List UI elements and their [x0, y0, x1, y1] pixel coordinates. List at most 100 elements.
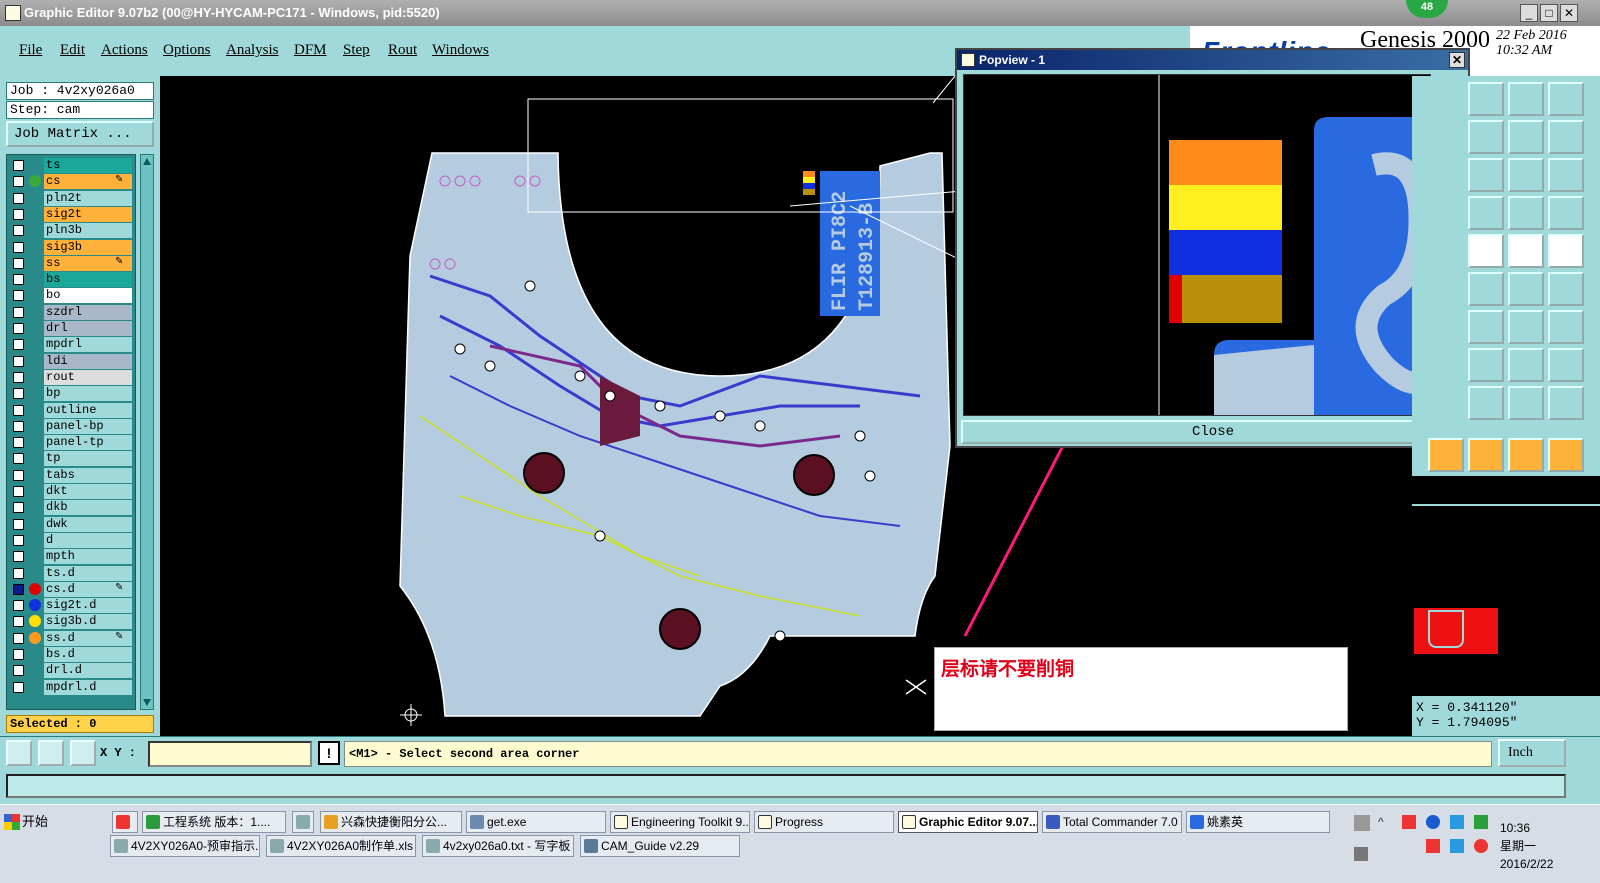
layer-row-panel-bp[interactable]: panel-bp — [7, 418, 135, 434]
layer-row-ldi[interactable]: ldi — [7, 353, 135, 369]
layer-row-bp[interactable]: bp — [7, 386, 135, 402]
select-area-icon[interactable] — [1508, 438, 1544, 472]
net-icon[interactable] — [1468, 196, 1504, 230]
layer-checkbox[interactable] — [13, 453, 24, 465]
layer-row-sig3b[interactable]: sig3b — [7, 239, 135, 255]
task-wordpad[interactable]: 4v2xy026a0.txt - 写字板 — [422, 835, 574, 857]
task-graphic-editor[interactable]: Graphic Editor 9.07... — [898, 811, 1038, 833]
layer-row-cs[interactable]: cs ✎ — [7, 174, 135, 190]
layout-icon[interactable] — [1548, 82, 1584, 116]
job-matrix-button[interactable]: Job Matrix ... — [6, 121, 154, 147]
layer-checkbox[interactable] — [13, 339, 24, 351]
group-icon[interactable] — [1548, 348, 1584, 382]
menu-analysis[interactable]: Analysis — [226, 42, 279, 59]
task-doc[interactable] — [292, 811, 314, 833]
undo-icon[interactable] — [1508, 310, 1544, 344]
layer-row-mpdrl-d[interactable]: mpdrl.d — [7, 679, 135, 695]
menu-edit[interactable]: Edit — [60, 42, 85, 59]
tray-app-icon[interactable] — [1474, 839, 1488, 853]
layer-row-cs-d[interactable]: cs.d ✎ — [7, 581, 135, 597]
layer-checkbox[interactable] — [13, 371, 24, 383]
text-icon[interactable] — [1468, 386, 1504, 420]
layer-checkbox[interactable] — [13, 616, 24, 628]
layer-checkbox[interactable] — [13, 388, 24, 400]
keyboard-icon[interactable] — [1354, 815, 1370, 831]
alert-icon[interactable]: ! — [318, 741, 340, 765]
move-icon[interactable] — [1508, 272, 1544, 306]
layer-row-bo[interactable]: bo — [7, 288, 135, 304]
layer-checkbox[interactable] — [13, 486, 24, 497]
layer-checkbox[interactable] — [13, 257, 24, 269]
layer-row-szdrl[interactable]: szdrl — [7, 304, 135, 320]
layer-checkbox[interactable] — [13, 420, 24, 432]
menu-windows[interactable]: Windows — [432, 42, 489, 59]
arc-text-icon[interactable] — [1548, 386, 1584, 420]
system-clock[interactable]: 10:36 星期一 2016/2/22 — [1500, 819, 1553, 873]
chevron-up-icon[interactable]: ^ — [1378, 815, 1390, 829]
connect-icon[interactable] — [1508, 196, 1544, 230]
home-icon[interactable] — [1468, 82, 1504, 116]
unit-select[interactable]: Inch — [1498, 739, 1566, 767]
net-highlight-icon[interactable] — [1548, 196, 1584, 230]
layer-list-scrollbar[interactable] — [140, 154, 154, 710]
layer-checkbox[interactable] — [13, 306, 24, 318]
layer-checkbox[interactable] — [13, 404, 24, 416]
layer-row-outline[interactable]: outline — [7, 402, 135, 418]
select-net-icon[interactable] — [1548, 438, 1584, 472]
layer-row-d[interactable]: d — [7, 532, 135, 548]
menu-options[interactable]: Options — [163, 42, 211, 59]
snap-icon[interactable] — [1548, 120, 1584, 154]
layer-checkbox[interactable] — [13, 534, 24, 546]
menu-file[interactable]: File — [19, 42, 42, 59]
layer-checkbox[interactable] — [13, 274, 24, 286]
layer-checkbox[interactable] — [13, 208, 24, 220]
display-icon[interactable] — [1468, 234, 1504, 268]
speaker-icon[interactable] — [1354, 847, 1368, 861]
zoom-ratio-icon[interactable] — [1548, 158, 1584, 192]
task-total-commander[interactable]: Total Commander 7.0 ... — [1042, 811, 1182, 833]
arc-icon[interactable] — [1508, 386, 1544, 420]
measure-icon[interactable] — [38, 740, 64, 766]
layer-row-mpth[interactable]: mpth — [7, 549, 135, 565]
layer-checkbox[interactable] — [13, 355, 24, 367]
align-icon[interactable] — [1508, 348, 1544, 382]
layer-row-rout[interactable]: rout — [7, 369, 135, 385]
command-input[interactable] — [6, 774, 1566, 798]
grid-icon[interactable] — [1468, 158, 1504, 192]
frame-icon[interactable] — [1508, 82, 1544, 116]
layer-row-ts[interactable]: ts — [7, 158, 135, 173]
layer-checkbox[interactable] — [13, 192, 24, 204]
task-engineering-system[interactable]: 工程系统 版本：1.... — [142, 811, 286, 833]
layer-checkbox[interactable] — [13, 551, 24, 563]
layer-row-bs[interactable]: bs — [7, 272, 135, 288]
xy-input[interactable] — [148, 741, 312, 767]
menu-step[interactable]: Step — [343, 42, 370, 59]
layer-checkbox[interactable] — [13, 225, 24, 237]
select-arrow-icon[interactable] — [1428, 438, 1464, 472]
layer-row-sig3b-d[interactable]: sig3b.d — [7, 614, 135, 630]
layer-row-ts-d[interactable]: ts.d — [7, 565, 135, 581]
select-point-icon[interactable] — [1468, 438, 1504, 472]
tray-app-icon[interactable] — [1450, 839, 1464, 853]
task-get-exe[interactable]: get.exe — [466, 811, 606, 833]
add-pad-icon[interactable] — [1468, 348, 1504, 382]
task-excel-1[interactable]: 4V2XY026A0-预审指示.... — [110, 835, 260, 857]
layer-row-tabs[interactable]: tabs — [7, 467, 135, 483]
layer-row-drl[interactable]: drl — [7, 321, 135, 336]
security-icon[interactable] — [1474, 815, 1488, 829]
popview-close-button[interactable]: Close — [961, 420, 1465, 444]
layer-checkbox[interactable] — [13, 241, 24, 253]
bluetooth-icon[interactable] — [1426, 815, 1440, 829]
task-progress[interactable]: Progress — [754, 811, 894, 833]
mirror-icon[interactable] — [1508, 120, 1544, 154]
layer-checkbox[interactable] — [13, 518, 24, 530]
layer-row-dkt[interactable]: dkt — [7, 484, 135, 499]
route-icon[interactable] — [1548, 310, 1584, 344]
scale-icon[interactable] — [1508, 158, 1544, 192]
task-cam-guide[interactable]: CAM_Guide v2.29 — [580, 835, 740, 857]
layer-checkbox[interactable] — [13, 160, 24, 171]
layer-checkbox[interactable] — [13, 649, 24, 660]
app-icon[interactable] — [5, 5, 21, 21]
copy-icon[interactable] — [1548, 272, 1584, 306]
layer-row-pln3b[interactable]: pln3b — [7, 223, 135, 239]
